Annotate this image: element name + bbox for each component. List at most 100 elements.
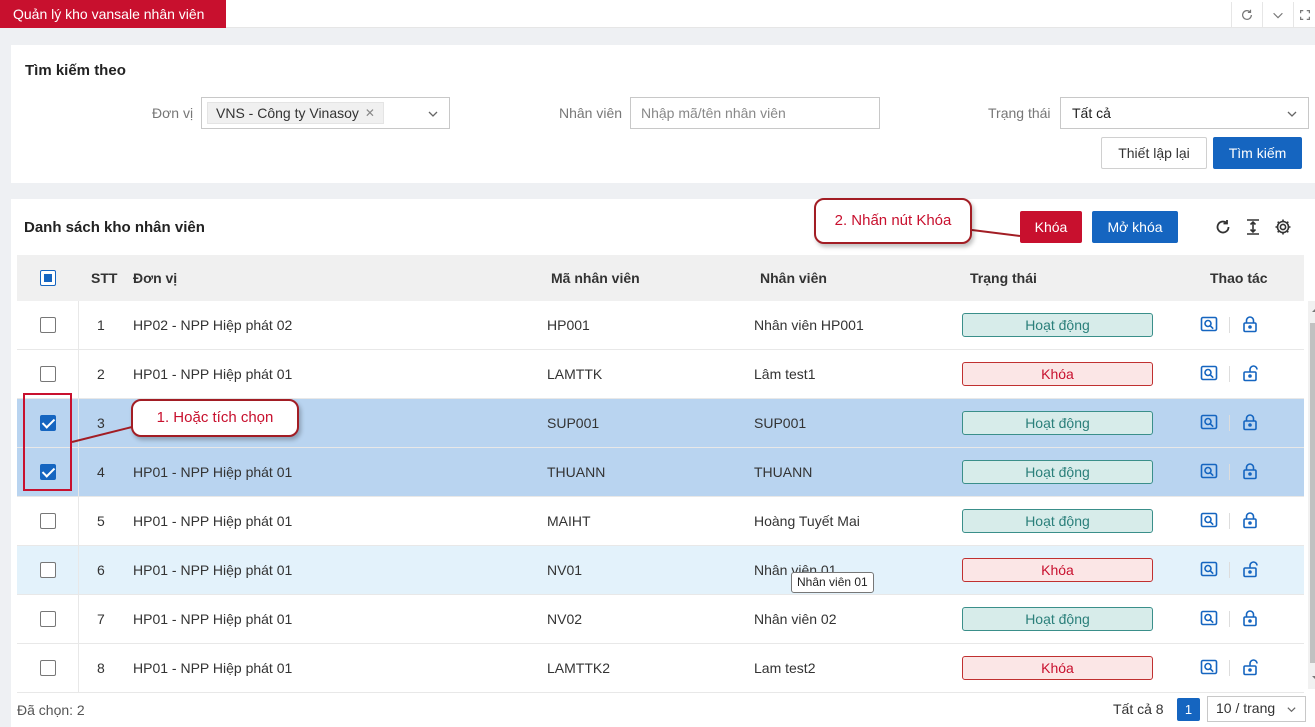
row-checkbox[interactable] xyxy=(40,366,56,382)
row-checkbox[interactable] xyxy=(40,562,56,578)
table-row[interactable]: 2 HP01 - NPP Hiệp phát 01 LAMTTK Lâm tes… xyxy=(17,350,1304,399)
lock-icon[interactable] xyxy=(1241,413,1261,433)
cell-tooltip: Nhân viên 01 xyxy=(791,572,874,593)
cell-don-vi: HP01 - NPP Hiệp phát 01 xyxy=(133,660,293,676)
scroll-thumb[interactable] xyxy=(1310,323,1315,663)
chevron-down-icon xyxy=(1287,707,1296,713)
action-divider xyxy=(1229,464,1230,480)
status-badge: Khóa xyxy=(962,362,1153,386)
don-vi-select[interactable]: VNS - Công ty Vinasoy ✕ xyxy=(201,97,450,129)
table-row[interactable]: 8 HP01 - NPP Hiệp phát 01 LAMTTK2 Lam te… xyxy=(17,644,1304,693)
view-icon[interactable] xyxy=(1200,315,1220,335)
refresh-icon[interactable] xyxy=(1231,2,1261,28)
status-badge: Hoạt động xyxy=(962,460,1153,484)
table-header: STT Đơn vị Mã nhân viên Nhân viên Trạng … xyxy=(17,255,1304,301)
gear-icon[interactable] xyxy=(1273,217,1293,237)
action-divider xyxy=(1229,366,1230,382)
status-badge: Khóa xyxy=(962,558,1153,582)
close-icon[interactable]: ✕ xyxy=(365,103,375,123)
table-row[interactable]: 7 HP01 - NPP Hiệp phát 01 NV02 Nhân viên… xyxy=(17,595,1304,644)
cell-stt: 7 xyxy=(97,611,105,627)
table-row[interactable]: 6 HP01 - NPP Hiệp phát 01 NV01 Nhân viên… xyxy=(17,546,1304,595)
select-all-checkbox[interactable] xyxy=(40,270,56,286)
page-size-select[interactable]: 10 / trang xyxy=(1207,696,1306,722)
view-icon[interactable] xyxy=(1200,462,1220,482)
view-icon[interactable] xyxy=(1200,413,1220,433)
action-divider xyxy=(1229,562,1230,578)
nhan-vien-label: Nhân viên xyxy=(559,105,623,121)
chevron-down-icon xyxy=(1287,111,1297,117)
row-checkbox[interactable] xyxy=(40,660,56,676)
action-divider xyxy=(1229,513,1230,529)
status-badge: Khóa xyxy=(962,656,1153,680)
cell-don-vi: HP01 - NPP Hiệp phát 01 xyxy=(133,562,293,578)
cell-stt: 1 xyxy=(97,317,105,333)
cell-don-vi: HP01 - NPP Hiệp phát 01 xyxy=(133,611,293,627)
row-checkbox[interactable] xyxy=(40,317,56,333)
cell-ma-nv: LAMTTK2 xyxy=(547,660,611,676)
cell-nhan-vien: SUP001 xyxy=(754,415,807,431)
lock-icon[interactable] xyxy=(1241,462,1261,482)
scroll-down-icon[interactable] xyxy=(1311,673,1315,683)
trang-thai-value: Tất cả xyxy=(1072,105,1111,121)
reset-button[interactable]: Thiết lập lại xyxy=(1101,137,1207,169)
view-icon[interactable] xyxy=(1200,560,1220,580)
search-button[interactable]: Tìm kiếm xyxy=(1213,137,1302,169)
trang-thai-select[interactable]: Tất cả xyxy=(1060,97,1309,129)
view-icon[interactable] xyxy=(1200,511,1220,531)
cell-don-vi: HP01 - NPP Hiệp phát 01 xyxy=(133,513,293,529)
view-icon[interactable] xyxy=(1200,609,1220,629)
lock-icon[interactable] xyxy=(1241,511,1261,531)
cell-ma-nv: LAMTTK xyxy=(547,366,603,382)
cell-stt: 3 xyxy=(97,415,105,431)
chevron-down-icon xyxy=(428,111,438,117)
page-size-value: 10 / trang xyxy=(1216,700,1276,716)
col-trang-thai: Trạng thái xyxy=(970,270,1037,286)
table-row[interactable]: 5 HP01 - NPP Hiệp phát 01 MAIHT Hoàng Tu… xyxy=(17,497,1304,546)
status-badge: Hoạt động xyxy=(962,509,1153,533)
col-don-vi: Đơn vị xyxy=(133,270,178,286)
annotation-step2: 2. Nhấn nút Khóa xyxy=(814,198,972,244)
search-title: Tìm kiếm theo xyxy=(25,62,126,79)
action-divider xyxy=(1229,611,1230,627)
cell-stt: 4 xyxy=(97,464,105,480)
lock-icon[interactable] xyxy=(1241,315,1261,335)
list-panel: Danh sách kho nhân viên Khóa Mở khóa STT… xyxy=(11,199,1315,727)
reload-icon[interactable] xyxy=(1213,217,1233,237)
lock-button[interactable]: Khóa xyxy=(1020,211,1082,243)
page-number-button[interactable]: 1 xyxy=(1177,698,1200,721)
action-divider xyxy=(1229,317,1230,333)
cell-nhan-vien: Lâm test1 xyxy=(754,366,816,382)
unlock-icon[interactable] xyxy=(1241,364,1261,384)
cell-nhan-vien: Lam test2 xyxy=(754,660,816,676)
table-scrollbar[interactable] xyxy=(1308,301,1315,689)
row-checkbox[interactable] xyxy=(40,611,56,627)
cell-don-vi: HP01 - NPP Hiệp phát 01 xyxy=(133,366,293,382)
col-stt: STT xyxy=(91,270,118,286)
trang-thai-label: Trạng thái xyxy=(988,105,1051,121)
don-vi-tag: VNS - Công ty Vinasoy ✕ xyxy=(207,102,384,124)
table-row[interactable]: 1 HP02 - NPP Hiệp phát 02 HP001 Nhân viê… xyxy=(17,301,1304,350)
column-height-icon[interactable] xyxy=(1243,217,1263,237)
row-checkbox[interactable] xyxy=(40,513,56,529)
action-divider xyxy=(1229,415,1230,431)
table-row[interactable]: 4 HP01 - NPP Hiệp phát 01 THUANN THUANN … xyxy=(17,448,1304,497)
unlock-button[interactable]: Mở khóa xyxy=(1092,211,1178,243)
nhan-vien-input[interactable] xyxy=(630,97,880,129)
unlock-icon[interactable] xyxy=(1241,658,1261,678)
lock-icon[interactable] xyxy=(1241,609,1261,629)
cell-nhan-vien: Hoàng Tuyết Mai xyxy=(754,513,860,529)
view-icon[interactable] xyxy=(1200,364,1220,384)
total-count: Tất cả 8 xyxy=(1113,701,1164,717)
scroll-up-icon[interactable] xyxy=(1311,305,1315,315)
chevron-down-icon[interactable] xyxy=(1262,2,1292,28)
cell-ma-nv: NV02 xyxy=(547,611,583,627)
view-icon[interactable] xyxy=(1200,658,1220,678)
fullscreen-icon[interactable] xyxy=(1293,2,1315,28)
col-ma-nhan-vien: Mã nhân viên xyxy=(551,270,640,286)
highlight-box xyxy=(23,393,72,491)
app-tab[interactable]: Quản lý kho vansale nhân viên xyxy=(0,0,226,28)
col-nhan-vien: Nhân viên xyxy=(760,270,827,286)
cell-stt: 6 xyxy=(97,562,105,578)
unlock-icon[interactable] xyxy=(1241,560,1261,580)
